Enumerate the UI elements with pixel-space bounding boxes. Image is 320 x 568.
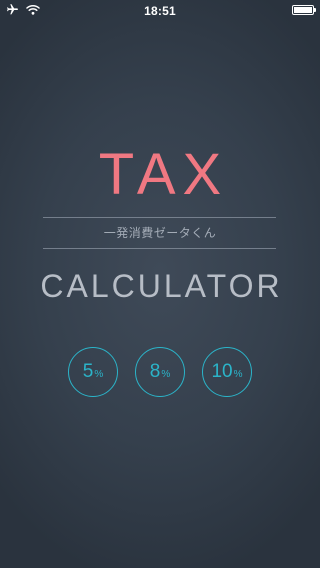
rate-5-button[interactable]: 5% (68, 347, 118, 397)
tax-rate-buttons: 5% 8% 10% (0, 347, 320, 399)
rate-unit: % (94, 368, 104, 380)
rate-value: 10 (211, 361, 233, 382)
status-bar: 18:51 (0, 0, 320, 20)
app-subtitle: 一発消費ゼータくん (103, 226, 217, 240)
rate-unit: % (233, 368, 243, 380)
app-title-main: TAX (98, 142, 229, 207)
status-right (292, 5, 316, 15)
status-time: 18:51 (144, 4, 176, 18)
rate-unit: % (161, 368, 171, 380)
app-title-sub: CALCULATOR (40, 268, 283, 304)
rate-8-button[interactable]: 8% (135, 347, 185, 397)
battery-icon (292, 5, 316, 15)
rate-value: 5 (82, 361, 94, 382)
title-divider-bottom (43, 248, 276, 249)
rate-value: 8 (149, 361, 161, 382)
rate-10-button[interactable]: 10% (202, 347, 252, 397)
battery-level (294, 7, 312, 13)
title-divider-top (43, 217, 276, 218)
